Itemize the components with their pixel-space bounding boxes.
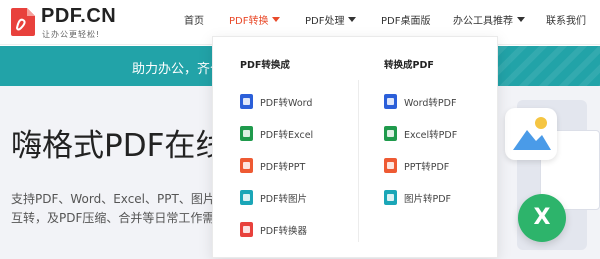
- nav-item-office-tools[interactable]: 办公工具推荐: [453, 14, 525, 30]
- nav-item-home[interactable]: 首页: [184, 14, 204, 30]
- banner-text: 助力办公，齐个: [132, 62, 224, 77]
- image-icon: [384, 190, 397, 205]
- nav-item-contact[interactable]: 联系我们: [546, 14, 586, 30]
- nav-item-label: 联系我们: [546, 16, 586, 27]
- main-nav: 首页 PDF转换 PDF处理 PDF桌面版 办公工具推荐 联系我们: [0, 14, 600, 32]
- caret-down-icon: [517, 17, 525, 22]
- dropdown-divider: [358, 80, 359, 242]
- menu-item-label: PPT转PDF: [404, 162, 450, 173]
- menu-item-label: Word转PDF: [404, 98, 457, 109]
- word-icon: [240, 94, 253, 109]
- menu-item-label: PDF转PPT: [260, 162, 306, 173]
- menu-item-label: PDF转Excel: [260, 130, 314, 141]
- pdf-converter-icon: [240, 222, 253, 237]
- ppt-icon: [240, 158, 253, 173]
- dropdown-heading-from-pdf: PDF转换成: [240, 60, 290, 71]
- image-file-icon: [505, 108, 557, 160]
- hero-description-line1: 支持PDF、Word、Excel、PPT、图片: [11, 192, 215, 206]
- nav-item-label: 办公工具推荐: [453, 16, 513, 27]
- menu-item-label: PDF转换器: [260, 226, 308, 237]
- word-icon: [384, 94, 397, 109]
- dropdown-heading-to-pdf: 转换成PDF: [384, 60, 434, 71]
- excel-icon: [240, 126, 253, 141]
- nav-item-pdf-process[interactable]: PDF处理: [305, 14, 357, 30]
- hero-description-line2: 互转，及PDF压缩、合并等日常工作需: [11, 211, 215, 225]
- menu-item-label: PDF转图片: [260, 194, 308, 205]
- menu-item-label: 图片转PDF: [404, 194, 452, 205]
- nav-item-label: PDF桌面版: [381, 16, 431, 27]
- menu-item-label: PDF转Word: [260, 98, 313, 109]
- image-icon: [240, 190, 253, 205]
- excel-badge-icon: X: [518, 194, 566, 242]
- nav-item-pdf-desktop[interactable]: PDF桌面版: [381, 14, 430, 30]
- excel-icon: [384, 126, 397, 141]
- nav-item-label: 首页: [184, 16, 204, 27]
- ppt-icon: [384, 158, 397, 173]
- nav-item-label: PDF处理: [305, 16, 345, 27]
- nav-item-pdf-convert[interactable]: PDF转换: [229, 14, 281, 30]
- caret-down-icon: [272, 17, 281, 22]
- nav-item-label: PDF转换: [229, 16, 269, 27]
- menu-item-label: Excel转PDF: [404, 130, 458, 141]
- pdf-convert-dropdown: PDF转换成 转换成PDF PDF转Word PDF转Excel PDF转PPT…: [212, 36, 498, 258]
- hero-title: 嗨格式PDF在线: [11, 128, 227, 164]
- caret-down-icon: [348, 17, 357, 22]
